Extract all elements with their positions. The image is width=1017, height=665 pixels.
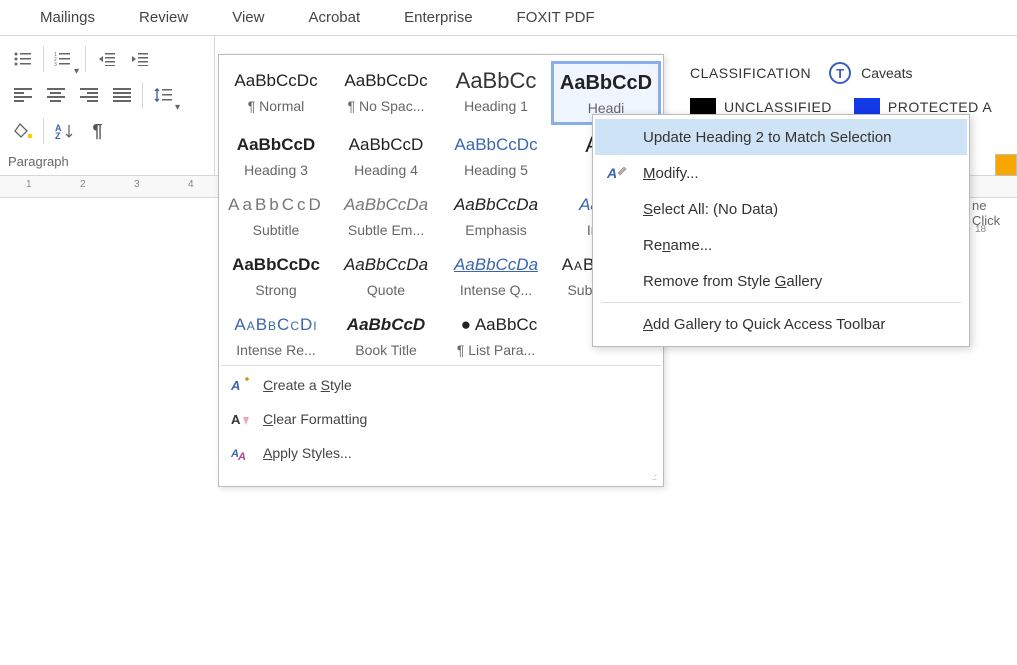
style-heading-1[interactable]: AaBbCcHeading 1	[441, 61, 551, 125]
svg-text:A: A	[237, 451, 246, 461]
style-heading-3[interactable]: AaBbCcDHeading 3	[221, 125, 331, 185]
style-heading-4[interactable]: AaBbCcDHeading 4	[331, 125, 441, 185]
placeholder-icon	[605, 235, 631, 255]
style-book-title[interactable]: AaBbCcDBook Title	[331, 305, 441, 365]
increase-indent-button[interactable]	[123, 42, 156, 76]
modify-icon: A	[605, 163, 631, 183]
tab-enterprise[interactable]: Enterprise	[382, 0, 494, 36]
svg-text:Z: Z	[55, 131, 61, 139]
show-hide-button[interactable]: ¶	[81, 114, 114, 148]
style-heading-5[interactable]: AaBbCcDcHeading 5	[441, 125, 551, 185]
style-no-spacing[interactable]: AaBbCcDc¶ No Spac...	[331, 61, 441, 125]
clear-formatting-icon: A	[231, 410, 251, 428]
ctx-modify[interactable]: A Modify...	[595, 155, 967, 191]
style-subtle-emphasis[interactable]: AaBbCcDaSubtle Em...	[331, 185, 441, 245]
numbering-button[interactable]: 123▾	[48, 42, 81, 76]
classification-panel: CLASSIFICATION T Caveats UNCLASSIFIED PR…	[690, 62, 992, 116]
svg-text:3: 3	[54, 62, 57, 66]
tab-review[interactable]: Review	[117, 0, 210, 36]
tab-mailings[interactable]: Mailings	[18, 0, 117, 36]
ctx-remove-from-gallery[interactable]: Remove from Style Gallery	[595, 263, 967, 299]
placeholder-icon	[605, 314, 631, 334]
justify-button[interactable]	[105, 78, 138, 112]
ctx-update-to-match[interactable]: Update Heading 2 to Match Selection	[595, 119, 967, 155]
tab-view[interactable]: View	[210, 0, 286, 36]
placeholder-icon	[605, 199, 631, 219]
tab-foxit-pdf[interactable]: FOXIT PDF	[495, 0, 617, 36]
ruler-tick-3: 3	[134, 179, 140, 190]
align-right-button[interactable]	[72, 78, 105, 112]
decrease-indent-button[interactable]	[90, 42, 123, 76]
clear-formatting-button[interactable]: A Clear Formatting	[221, 402, 661, 436]
svg-text:A: A	[607, 165, 617, 181]
placeholder-icon	[605, 127, 631, 147]
ctx-rename[interactable]: Rename...	[595, 227, 967, 263]
swatch-orange[interactable]	[995, 154, 1017, 176]
ctx-select-all[interactable]: Select All: (No Data)	[595, 191, 967, 227]
gallery-resize-grip[interactable]: .:	[221, 472, 661, 484]
tab-acrobat[interactable]: Acrobat	[286, 0, 382, 36]
style-intense-quote[interactable]: AaBbCcDaIntense Q...	[441, 245, 551, 305]
style-list-paragraph[interactable]: ● AaBbCc¶ List Para...	[441, 305, 551, 365]
ruler-tick-1: 1	[26, 179, 32, 190]
ribbon-tab-bar: Mailings Review View Acrobat Enterprise …	[0, 0, 1017, 36]
line-spacing-button[interactable]: ▾	[147, 78, 180, 112]
caveats-label: Caveats	[861, 65, 912, 81]
style-intense-reference[interactable]: AaBbCcDiIntense Re...	[221, 305, 331, 365]
caveats-icon[interactable]: T	[829, 62, 851, 84]
ctx-update-label: Update Heading 2 to Match Selection	[643, 129, 892, 146]
bullets-button[interactable]	[6, 42, 39, 76]
classification-label: CLASSIFICATION	[690, 65, 811, 81]
style-subtitle[interactable]: AaBbCcDSubtitle	[221, 185, 331, 245]
align-center-button[interactable]	[39, 78, 72, 112]
svg-text:A: A	[231, 412, 241, 427]
style-context-menu: Update Heading 2 to Match Selection A Mo…	[592, 114, 970, 347]
align-left-button[interactable]	[6, 78, 39, 112]
shading-button[interactable]	[6, 114, 39, 148]
ctx-separator	[601, 302, 961, 303]
classification-protected: PROTECTED A	[888, 99, 992, 115]
ruler-tick-4: 4	[188, 179, 194, 190]
paragraph-group: 123▾ ▾ AZ ¶ Paragraph	[0, 36, 215, 175]
style-normal[interactable]: AaBbCcDc¶ Normal	[221, 61, 331, 125]
style-emphasis[interactable]: AaBbCcDaEmphasis	[441, 185, 551, 245]
apply-styles-icon: AA	[231, 444, 251, 462]
svg-text:A: A	[231, 378, 240, 393]
gallery-bottom-actions: A CCreate a Stylereate a Style A Clear F…	[221, 365, 661, 472]
sort-button[interactable]: AZ	[48, 114, 81, 148]
create-style-icon: A	[231, 376, 251, 394]
ctx-add-to-qat[interactable]: Add Gallery to Quick Access Toolbar	[595, 306, 967, 342]
style-quote[interactable]: AaBbCcDaQuote	[331, 245, 441, 305]
create-style-button[interactable]: A CCreate a Stylereate a Style	[221, 368, 661, 402]
paragraph-group-label: Paragraph	[6, 150, 208, 175]
placeholder-icon	[605, 271, 631, 291]
apply-styles-button[interactable]: AA Apply Styles...	[221, 436, 661, 470]
classification-unclassified: UNCLASSIFIED	[724, 99, 832, 115]
ruler-tick-18: 18	[975, 224, 986, 235]
ruler-tick-2: 2	[80, 179, 86, 190]
style-strong[interactable]: AaBbCcDcStrong	[221, 245, 331, 305]
